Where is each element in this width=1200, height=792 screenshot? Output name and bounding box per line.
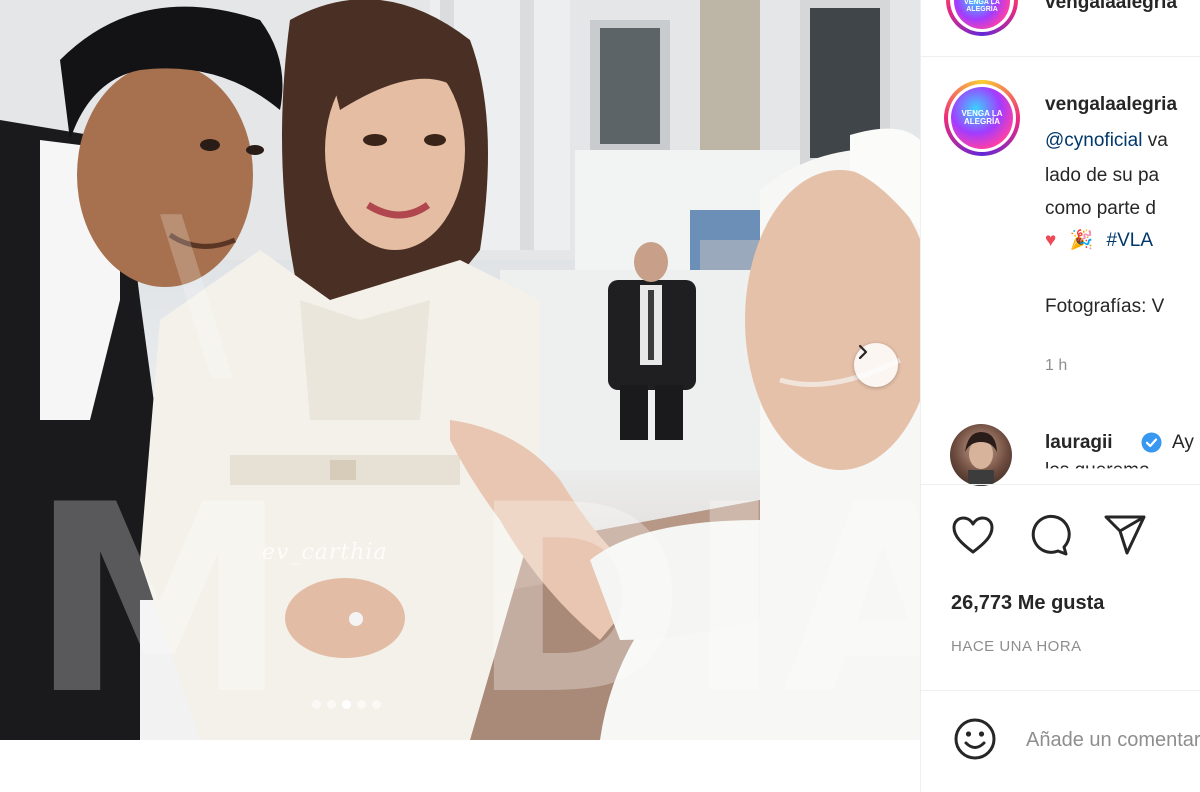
caption-timestamp[interactable]: 1 h xyxy=(1045,357,1067,375)
photo-signature: ev_carthia xyxy=(262,540,388,565)
commenter-avatar[interactable] xyxy=(950,424,1012,486)
caption-avatar[interactable]: VENGA LA ALEGRÍA xyxy=(944,80,1020,156)
svg-text:M: M xyxy=(30,450,289,740)
likes-count[interactable]: 26,773 Me gusta xyxy=(951,592,1104,615)
carousel-dot xyxy=(357,700,366,709)
post-photo[interactable]: M DIA \ ev_carthia xyxy=(0,0,920,740)
emoji-button[interactable] xyxy=(952,716,998,762)
actions-divider xyxy=(920,484,1200,485)
avatar-logo-text: VENGA LA ALEGRÍA xyxy=(961,109,1003,126)
svg-text:\: \ xyxy=(160,175,234,408)
verified-badge-icon xyxy=(1141,432,1162,453)
carousel-dot-active xyxy=(342,700,351,709)
caption-line-1: @cynoficial va xyxy=(1045,130,1168,152)
carousel-dot xyxy=(372,700,381,709)
caption-line-3: como parte d xyxy=(1045,198,1156,219)
caption-line-2: lado de su pa xyxy=(1045,165,1160,186)
instagram-post: M DIA \ ev_carthia VENGA LA ALEGRÍA veng… xyxy=(0,0,1200,792)
caption-mention[interactable]: @cynoficial xyxy=(1045,130,1142,151)
post-time[interactable]: HACE UNA HORA xyxy=(951,638,1082,655)
header-username[interactable]: vengalaalegria xyxy=(1045,0,1177,14)
post-actions xyxy=(950,512,1148,558)
comment-icon xyxy=(1031,514,1071,556)
carousel-dot xyxy=(327,700,336,709)
caption-line-4: ♥ 🎉 #VLA xyxy=(1045,228,1153,252)
caption-username[interactable]: vengalaalegria xyxy=(1045,94,1177,116)
comment-button[interactable] xyxy=(1026,512,1072,558)
caption-hashtag[interactable]: #VLA xyxy=(1107,230,1153,251)
vla-logo-icon: VENGA LA ALEGRÍA xyxy=(951,87,1013,149)
chevron-right-icon xyxy=(858,344,868,360)
avatar-photo xyxy=(965,432,997,486)
share-button[interactable] xyxy=(1102,512,1148,558)
carousel-dot xyxy=(312,700,321,709)
emoji-icon xyxy=(954,718,996,760)
heart-emoji: ♥ xyxy=(1045,230,1057,251)
heart-icon xyxy=(952,516,994,554)
commenter-username[interactable]: lauragii xyxy=(1045,432,1113,454)
comment-text: Ay xyxy=(1172,432,1194,453)
comment-box-divider xyxy=(920,690,1200,691)
caption-photo-credit: Fotografías: V xyxy=(1045,296,1165,317)
like-button[interactable] xyxy=(950,512,996,558)
carousel-indicator xyxy=(312,700,381,709)
header-divider xyxy=(920,56,1200,57)
add-comment-input[interactable] xyxy=(1026,722,1200,758)
svg-text:DIA: DIA xyxy=(470,450,920,740)
carousel-next-button[interactable] xyxy=(854,343,898,387)
vla-logo-icon: VENGA LA ALEGRÍA xyxy=(954,0,1010,29)
media-bottom-gap xyxy=(0,740,920,792)
party-emoji: 🎉 xyxy=(1069,230,1094,251)
share-icon xyxy=(1104,515,1146,555)
avatar-logo-text: VENGA LA ALEGRÍA xyxy=(964,0,1000,13)
photo-scene: M DIA \ xyxy=(0,0,920,740)
caption-line-1-text: va xyxy=(1142,130,1168,151)
